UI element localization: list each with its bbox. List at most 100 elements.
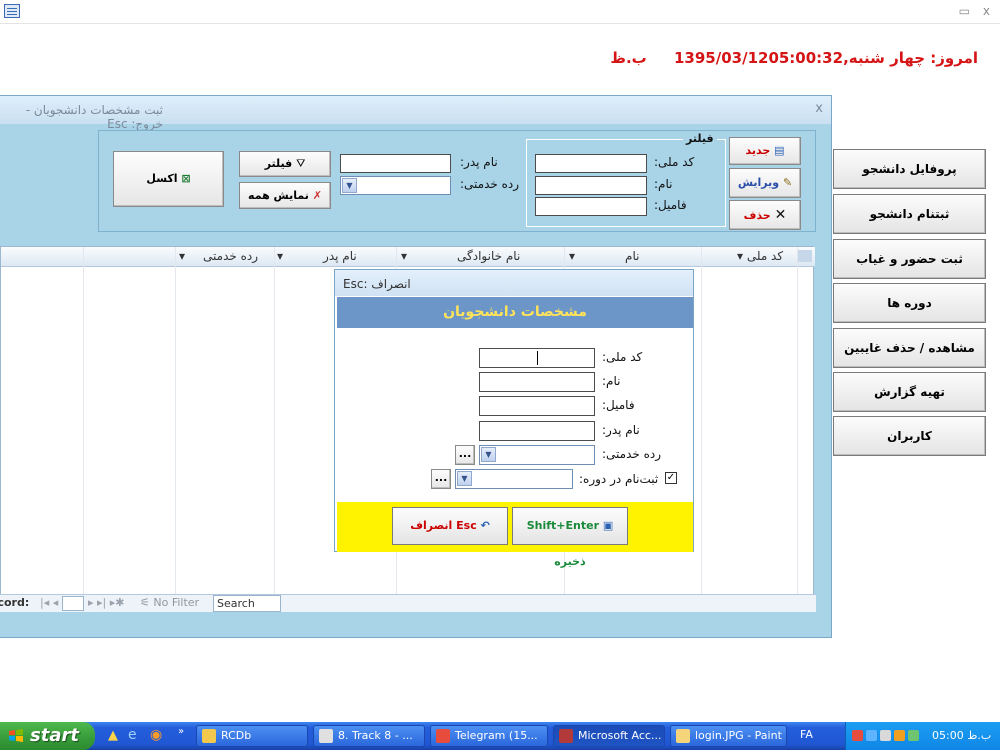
expand-quick-launch-icon[interactable]: » xyxy=(178,726,184,737)
chrome-icon[interactable]: ◉ xyxy=(150,727,162,743)
cancel-button[interactable]: ↶ Esc انصراف xyxy=(392,507,508,545)
filter-father-label: نام پدر: xyxy=(460,155,498,169)
dlg-father-label: نام پدر: xyxy=(602,423,640,437)
language-indicator[interactable]: FA xyxy=(800,728,813,741)
clear-filter-icon: ✗ xyxy=(312,189,322,202)
paint-icon xyxy=(676,729,690,743)
column-header-national-code[interactable]: کد ملی ▾ xyxy=(737,249,783,263)
task-telegram[interactable]: Telegram (15... xyxy=(430,725,548,747)
column-header-rank[interactable]: رده خدمتی▾ xyxy=(179,249,258,263)
column-header-father-name[interactable]: نام پدر▾ xyxy=(277,249,357,263)
menu-view-delete-absentees[interactable]: مشاهده / حذف غایبین xyxy=(833,328,986,368)
column-divider xyxy=(83,247,84,599)
dialog-title: انصراف :Esc xyxy=(343,277,411,291)
column-divider xyxy=(797,247,798,599)
dlg-father-input[interactable] xyxy=(479,421,595,441)
excel-button-label: اکسل xyxy=(146,172,178,185)
dlg-national-code-input[interactable] xyxy=(479,348,595,368)
record-nav-next-last[interactable]: ▸ ▸| ▸✱ xyxy=(88,596,124,609)
column-header-name[interactable]: نام▾ xyxy=(569,249,639,263)
dialog-footer: ▣ Shift+Enter ذخیره ↶ Esc انصراف xyxy=(337,502,693,568)
task-rcdb[interactable]: RCDb xyxy=(196,725,308,747)
filter-father-input[interactable] xyxy=(340,154,451,173)
dlg-family-label: فامیل: xyxy=(602,398,635,412)
filter-rank-select[interactable]: ▼ xyxy=(340,176,451,195)
dlg-name-input[interactable] xyxy=(479,372,595,392)
filter-button-label: فیلتر xyxy=(264,157,293,170)
save-button[interactable]: ▣ Shift+Enter ذخیره xyxy=(512,507,628,568)
save-icon: ▣ xyxy=(602,519,614,532)
telegram-icon xyxy=(436,729,450,743)
chevron-down-icon[interactable]: ▼ xyxy=(481,447,496,462)
record-number-input[interactable] xyxy=(62,596,84,611)
dlg-family-input[interactable] xyxy=(479,396,595,416)
media-icon xyxy=(319,729,333,743)
filter-button[interactable]: ⛛ فیلتر xyxy=(239,151,331,177)
new-button-label: جدید xyxy=(745,144,771,157)
tray-volume-icon[interactable] xyxy=(894,730,905,741)
column-divider xyxy=(175,247,176,599)
close-icon[interactable]: x xyxy=(983,4,990,18)
dialog-header: مشخصات دانشجویان xyxy=(337,297,693,328)
edit-button[interactable]: ✎ ویرایش xyxy=(729,168,801,198)
task-track[interactable]: 8. Track 8 - ... xyxy=(313,725,425,747)
menu-reports[interactable]: تهیه گزارش xyxy=(833,372,986,412)
chevron-down-icon[interactable]: ▼ xyxy=(342,178,357,193)
app-top-bar: ▭ x xyxy=(0,0,1000,24)
undo-icon: ↶ xyxy=(480,519,490,532)
filter-rank-label: رده خدمتی: xyxy=(460,177,520,191)
form-close-icon[interactable]: x xyxy=(815,101,823,116)
column-header-last-name[interactable]: نام خانوادگی▾ xyxy=(401,249,520,263)
show-all-button-label: نمایش همه xyxy=(248,189,309,202)
restore-icon[interactable]: ▭ xyxy=(959,4,970,18)
chevron-down-icon[interactable]: ▼ xyxy=(457,471,472,486)
tray-clock[interactable]: ب.ظ 05:00 xyxy=(932,722,991,750)
record-navigation-bar: ecord: |◂ ◂ ▸ ▸| ▸✱ ⚟ No Filter Search xyxy=(0,594,816,612)
ie-icon[interactable]: e xyxy=(128,727,137,743)
filter-national-code-input[interactable] xyxy=(535,154,647,173)
start-button[interactable]: start xyxy=(0,722,95,750)
app-icon[interactable] xyxy=(4,4,20,18)
tray-telegram-icon[interactable] xyxy=(852,730,863,741)
student-details-dialog: انصراف :Esc مشخصات دانشجویان کد ملی: نام… xyxy=(334,269,694,568)
task-microsoft-access[interactable]: Microsoft Acc... xyxy=(553,725,665,747)
select-all-corner[interactable] xyxy=(798,250,812,262)
menu-users[interactable]: کاربران xyxy=(833,416,986,456)
task-paint[interactable]: login.JPG - Paint xyxy=(670,725,787,747)
dlg-course-select[interactable]: ▼ xyxy=(455,469,573,489)
dlg-rank-more-button[interactable]: ... xyxy=(455,445,475,465)
new-button[interactable]: ▤ جدید xyxy=(729,137,801,165)
tray-app-icon[interactable] xyxy=(880,730,891,741)
excel-button[interactable]: ⊠ اکسل xyxy=(113,151,224,207)
filter-family-input[interactable] xyxy=(535,197,647,216)
no-filter-indicator[interactable]: ⚟ No Filter xyxy=(140,596,199,609)
delete-button-label: حذف xyxy=(743,209,771,222)
dlg-course-label: ثبت‌نام در دوره: xyxy=(579,472,659,486)
delete-button[interactable]: ✕ حذف xyxy=(729,200,801,230)
filter-name-input[interactable] xyxy=(535,176,647,195)
quick-launch-icon[interactable]: ▲ xyxy=(108,728,118,743)
access-icon xyxy=(559,729,573,743)
menu-student-registration[interactable]: ثبتنام دانشجو xyxy=(833,194,986,234)
delete-x-icon: ✕ xyxy=(774,207,787,223)
column-divider xyxy=(701,247,702,599)
dlg-course-more-button[interactable]: ... xyxy=(431,469,451,489)
filter-national-code-label: کد ملی: xyxy=(654,155,695,169)
tray-network-icon[interactable] xyxy=(866,730,877,741)
pencil-icon: ✎ xyxy=(782,176,793,189)
dlg-course-checkbox[interactable]: ✓ xyxy=(665,472,677,484)
tray-status-icon[interactable] xyxy=(908,730,919,741)
record-nav-first-prev[interactable]: |◂ ◂ xyxy=(40,596,58,609)
new-record-icon: ▤ xyxy=(774,144,785,157)
dlg-rank-select[interactable]: ▼ xyxy=(479,445,595,465)
taskbar: start ▲ e ◉ » RCDb 8. Track 8 - ... Tele… xyxy=(0,722,1000,750)
show-all-button[interactable]: ✗ نمایش همه xyxy=(239,182,331,209)
menu-attendance[interactable]: ثبت حضور و غیاب xyxy=(833,239,986,279)
menu-courses[interactable]: دوره ها xyxy=(833,283,986,323)
funnel-icon: ⛛ xyxy=(296,157,306,170)
no-filter-label: No Filter xyxy=(153,596,200,609)
form-title: ثبت مشخصات دانشجویان - خروج: Esc xyxy=(25,103,163,131)
excel-icon: ⊠ xyxy=(181,172,191,185)
search-input[interactable]: Search xyxy=(213,595,281,612)
menu-student-profile[interactable]: پروفایل دانشجو xyxy=(833,149,986,189)
